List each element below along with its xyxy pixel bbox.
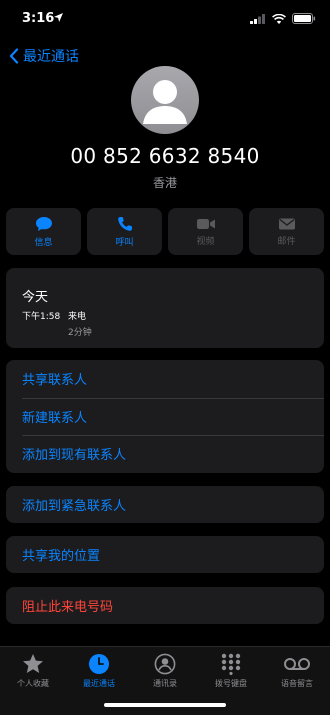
cellular-signal-icon bbox=[250, 13, 265, 24]
call-button-label: 呼叫 bbox=[115, 237, 134, 248]
share-my-location-item[interactable]: 共享我的位置 bbox=[6, 536, 324, 573]
mail-button-label: 邮件 bbox=[277, 236, 296, 247]
history-duration: 2分钟 bbox=[68, 328, 92, 338]
call-history-card: 今天 下午1:58 来电 2分钟 bbox=[6, 268, 324, 348]
mail-icon bbox=[278, 218, 295, 229]
add-to-emergency-contact-item[interactable]: 添加到紧急联系人 bbox=[6, 486, 324, 523]
status-indicators bbox=[250, 13, 316, 24]
history-time: 下午1:58 bbox=[22, 312, 61, 322]
tab-recents[interactable]: 最近通话 bbox=[66, 653, 132, 689]
star-icon bbox=[23, 654, 43, 673]
call-button[interactable]: 呼叫 bbox=[87, 208, 162, 255]
tab-favorites[interactable]: 个人收藏 bbox=[0, 653, 66, 689]
tab-recents-label: 最近通话 bbox=[83, 679, 115, 688]
contact-region: 香港 bbox=[152, 176, 177, 190]
contact-circle-icon bbox=[154, 653, 176, 675]
history-date: 今天 bbox=[22, 290, 49, 305]
contact-number: 00 852 6632 8540 bbox=[70, 144, 260, 168]
quick-actions: 信息 呼叫 视频 邮件 bbox=[6, 208, 324, 255]
home-indicator[interactable] bbox=[104, 703, 226, 707]
add-to-existing-contact-item[interactable]: 添加到现有联系人 bbox=[6, 435, 324, 473]
video-camera-icon bbox=[196, 218, 215, 229]
tab-voicemail[interactable]: 语音留言 bbox=[264, 653, 330, 689]
block-caller-item[interactable]: 阻止此来电号码 bbox=[6, 587, 324, 624]
tab-voicemail-label: 语音留言 bbox=[281, 679, 313, 688]
tab-contacts-label: 通讯录 bbox=[153, 679, 177, 688]
location-group: 共享我的位置 bbox=[6, 536, 324, 573]
status-bar: 3:16 bbox=[0, 0, 330, 40]
person-silhouette-icon bbox=[143, 80, 187, 124]
mail-button[interactable]: 邮件 bbox=[249, 208, 324, 255]
message-bubble-icon bbox=[35, 216, 52, 231]
battery-icon bbox=[292, 13, 316, 24]
video-button[interactable]: 视频 bbox=[168, 208, 243, 255]
block-group: 阻止此来电号码 bbox=[6, 587, 324, 624]
new-contact-item[interactable]: 新建联系人 bbox=[6, 397, 324, 436]
share-contact-item[interactable]: 共享联系人 bbox=[6, 360, 324, 398]
location-arrow-icon bbox=[54, 13, 63, 22]
tab-favorites-label: 个人收藏 bbox=[17, 679, 49, 688]
wifi-icon bbox=[272, 13, 286, 24]
message-button[interactable]: 信息 bbox=[6, 208, 81, 255]
status-time: 3:16 bbox=[22, 11, 55, 26]
back-button[interactable]: 最近通话 bbox=[9, 46, 79, 66]
message-button-label: 信息 bbox=[34, 237, 53, 248]
avatar bbox=[131, 66, 199, 134]
phone-icon bbox=[117, 216, 132, 231]
tab-contacts[interactable]: 通讯录 bbox=[132, 653, 198, 689]
clock-icon bbox=[89, 654, 109, 674]
history-call-type: 来电 bbox=[68, 312, 87, 322]
tab-keypad[interactable]: 拨号键盘 bbox=[198, 653, 264, 689]
chevron-left-icon bbox=[9, 48, 19, 64]
keypad-icon bbox=[221, 653, 241, 675]
back-label: 最近通话 bbox=[23, 49, 79, 65]
voicemail-icon bbox=[284, 658, 310, 670]
emergency-group: 添加到紧急联系人 bbox=[6, 486, 324, 523]
contact-options-group: 共享联系人 新建联系人 添加到现有联系人 bbox=[6, 360, 324, 473]
video-button-label: 视频 bbox=[196, 236, 215, 247]
tab-keypad-label: 拨号键盘 bbox=[215, 679, 247, 688]
